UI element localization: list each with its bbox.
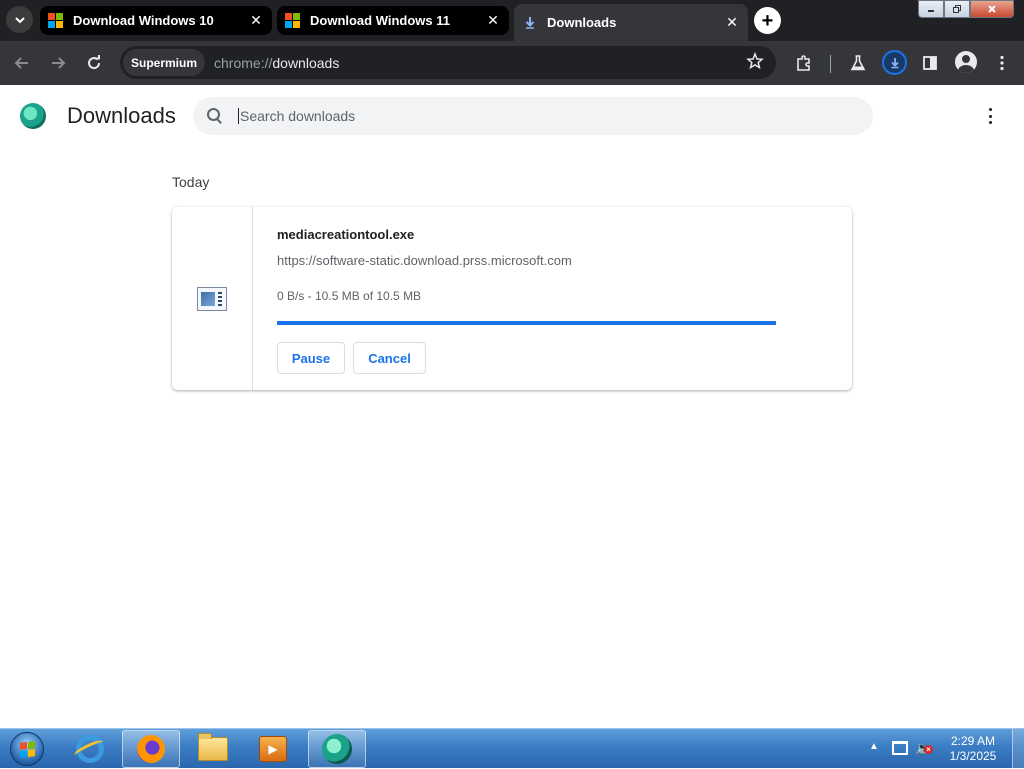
clock-date: 1/3/2025: [949, 749, 997, 763]
more-actions-button[interactable]: [980, 105, 1000, 127]
download-progress-icon[interactable]: [882, 50, 907, 75]
source-url-link[interactable]: https://software-static.download.prss.mi…: [277, 253, 572, 268]
download-icon: [522, 15, 538, 31]
pause-button[interactable]: Pause: [277, 342, 345, 374]
url-text[interactable]: chrome://downloads: [214, 55, 339, 71]
windows-orb-icon: [10, 732, 44, 766]
firefox-icon: [137, 735, 165, 763]
windows-taskbar: ▶ ▲ 🔈× 2:29 AM 1/3/2025: [0, 728, 1024, 769]
supermium-logo-icon: [20, 103, 46, 129]
profile-avatar-icon[interactable]: [955, 51, 977, 73]
file-icon-column: [172, 207, 253, 390]
back-button[interactable]: [9, 50, 35, 76]
arrow-left-icon: [14, 57, 28, 69]
cancel-button[interactable]: Cancel: [353, 342, 426, 374]
tab-downloads[interactable]: Downloads ✕: [514, 4, 748, 41]
reload-icon: [88, 55, 101, 70]
close-icon[interactable]: ✕: [485, 12, 501, 29]
taskbar-internet-explorer[interactable]: [61, 730, 119, 768]
download-status: 0 B/s - 10.5 MB of 10.5 MB: [277, 289, 422, 303]
address-bar[interactable]: Supermium chrome://downloads: [120, 46, 776, 79]
download-item-card: mediacreationtool.exe https://software-s…: [172, 207, 852, 390]
tab-download-windows-11[interactable]: Download Windows 11 ✕: [277, 6, 509, 35]
reload-button[interactable]: [81, 50, 107, 76]
file-explorer-icon: [198, 733, 228, 761]
search-input[interactable]: [238, 108, 838, 124]
more-vertical-icon: [988, 108, 992, 111]
search-bar[interactable]: [193, 97, 873, 135]
arrow-right-icon: [52, 57, 66, 69]
date-header: Today: [172, 174, 210, 190]
minimize-icon: [928, 10, 934, 12]
new-tab-button[interactable]: +: [754, 7, 781, 34]
clock-time: 2:29 AM: [950, 734, 996, 748]
window-controls: [918, 0, 1014, 19]
more-vertical-icon: [1000, 55, 1004, 71]
internet-explorer-icon: [76, 735, 104, 763]
forward-button[interactable]: [45, 50, 71, 76]
tab-label: Download Windows 11: [310, 13, 451, 28]
bookmark-star-icon[interactable]: [746, 51, 764, 75]
tab-label: Download Windows 10: [73, 13, 214, 28]
tab-strip: Download Windows 10 ✕ Download Windows 1…: [0, 0, 1024, 41]
taskbar-file-explorer[interactable]: [184, 730, 242, 768]
supermium-icon: [322, 734, 352, 764]
close-icon[interactable]: ✕: [724, 14, 740, 31]
volume-muted-icon[interactable]: 🔈×: [915, 740, 933, 757]
url-host: downloads: [272, 54, 340, 71]
search-icon: [206, 107, 224, 125]
extensions-button[interactable]: [791, 50, 817, 76]
toolbar-divider: [830, 55, 831, 73]
media-player-icon: ▶: [259, 736, 287, 762]
restore-button[interactable]: [944, 0, 970, 18]
download-progress-fill: [277, 321, 776, 325]
taskbar-firefox[interactable]: [122, 730, 180, 768]
downloads-page: Downloads Today mediacreationtool.exe ht…: [0, 85, 1024, 728]
restore-icon: [953, 5, 961, 13]
tab-download-windows-10[interactable]: Download Windows 10 ✕: [40, 6, 272, 35]
browser-toolbar: Supermium chrome://downloads: [0, 41, 1024, 85]
taskbar-media-player[interactable]: ▶: [244, 730, 302, 768]
start-button[interactable]: [4, 730, 50, 768]
browser-menu-button[interactable]: [989, 50, 1015, 76]
flask-icon: [850, 55, 866, 71]
executable-file-icon: [197, 286, 227, 311]
download-progress-bar: [277, 321, 776, 325]
window-close-button[interactable]: [970, 0, 1014, 18]
taskbar-supermium[interactable]: [308, 730, 366, 768]
microsoft-logo-icon: [48, 12, 64, 29]
system-clock[interactable]: 2:29 AM 1/3/2025: [936, 734, 1010, 764]
minimize-button[interactable]: [918, 0, 944, 18]
show-hidden-icons-button[interactable]: ▲: [869, 741, 879, 752]
labs-button[interactable]: [845, 50, 871, 76]
tab-search-button[interactable]: [6, 6, 33, 33]
chevron-down-icon: [14, 16, 25, 23]
browser-chip[interactable]: Supermium: [123, 49, 206, 76]
side-panel-icon: [923, 56, 937, 70]
side-panel-button[interactable]: [917, 50, 943, 76]
close-icon[interactable]: ✕: [248, 12, 264, 29]
tab-label: Downloads: [547, 15, 617, 30]
microsoft-logo-icon: [285, 12, 301, 29]
page-title: Downloads: [67, 103, 176, 128]
file-name-link[interactable]: mediacreationtool.exe: [277, 227, 414, 242]
show-desktop-button[interactable]: [1012, 729, 1024, 769]
puzzle-icon: [797, 55, 810, 71]
url-scheme: chrome://: [214, 54, 273, 71]
network-icon[interactable]: [892, 741, 908, 755]
close-icon: [988, 5, 996, 13]
